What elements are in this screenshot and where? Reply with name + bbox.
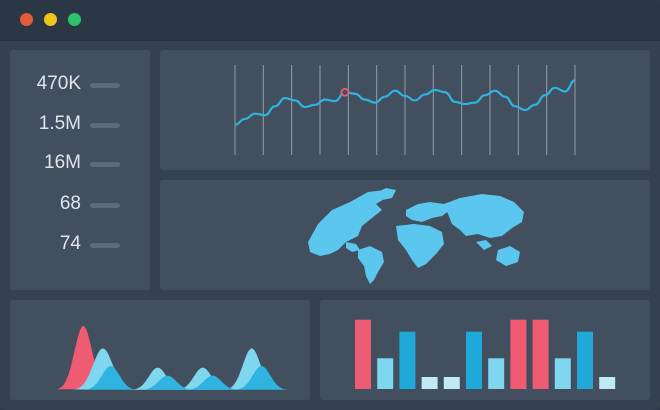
bar [466, 331, 482, 389]
asia-shape [444, 194, 524, 238]
line-chart-panel [160, 50, 650, 170]
dashboard-window: 470K 1.5M 16M 68 74 [0, 0, 660, 410]
stats-panel: 470K 1.5M 16M 68 74 [10, 50, 150, 290]
bar [577, 331, 593, 389]
africa-shape [396, 224, 444, 268]
bar-chart [355, 319, 616, 389]
stat-row: 16M [10, 148, 150, 178]
stat-row: 68 [10, 189, 150, 219]
stat-value: 68 [59, 193, 81, 214]
europe-shape [406, 202, 450, 222]
minimize-window-button[interactable] [44, 13, 57, 26]
line-chart [234, 65, 576, 155]
stat-value: 1.5M [38, 113, 81, 134]
stat-bar [90, 162, 120, 167]
stat-value: 470K [36, 73, 81, 94]
bar [510, 319, 527, 389]
central-america-shape [346, 242, 360, 252]
bar [599, 377, 616, 389]
bar [532, 319, 549, 389]
bar [488, 358, 505, 389]
bar-chart-panel [320, 300, 650, 400]
stat-row: 1.5M [10, 109, 150, 139]
title-bar [0, 0, 660, 41]
islands-shape [476, 240, 492, 250]
maximize-window-button[interactable] [68, 13, 81, 26]
bar [399, 331, 416, 389]
stat-row: 470K [10, 69, 150, 99]
stat-value: 74 [59, 233, 81, 254]
stat-bar [90, 123, 120, 128]
stat-value: 16M [44, 152, 81, 173]
distribution-chart [56, 326, 288, 390]
bar [355, 319, 371, 389]
bar [443, 377, 460, 389]
world-map-icon [308, 188, 524, 284]
world-map-panel [160, 180, 650, 290]
stat-bar [90, 203, 120, 208]
bar [377, 358, 394, 389]
australia-shape [496, 246, 520, 266]
stat-bar [90, 243, 120, 248]
bar [421, 377, 438, 389]
bar [554, 358, 571, 389]
stat-row: 74 [10, 229, 150, 259]
close-window-button[interactable] [20, 13, 33, 26]
south-america-shape [358, 246, 384, 284]
highlight-point [340, 87, 350, 97]
distribution-chart-panel [10, 300, 310, 400]
stat-bar [90, 83, 120, 88]
